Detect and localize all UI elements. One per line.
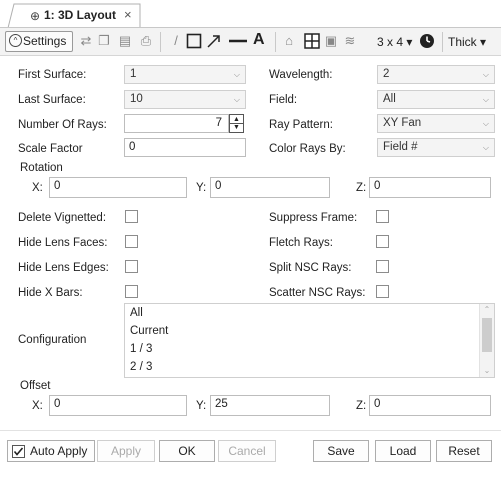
tab-title: 1: 3D Layout — [44, 8, 117, 22]
rotation-z-label: Z: — [356, 182, 367, 194]
grid-layout-icon[interactable] — [304, 33, 320, 49]
rotation-y-input[interactable]: 0 — [210, 177, 330, 198]
split-nsc-rays-label: Split NSC Rays: — [269, 262, 352, 274]
grid-size-dropdown[interactable]: 3 x 4 ▾ — [377, 35, 412, 49]
thickness-dropdown[interactable]: Thick ▾ — [448, 35, 486, 49]
offset-z-label: Z: — [356, 400, 367, 412]
ray-pattern-select[interactable]: XY Fan ⌵ — [377, 114, 495, 133]
scatter-nsc-rays-label: Scatter NSC Rays: — [269, 287, 366, 299]
fletch-rays-label: Fletch Rays: — [269, 237, 333, 249]
text-icon[interactable]: A — [253, 31, 265, 49]
copy-icon[interactable]: ❐ — [96, 33, 112, 49]
hide-lens-faces-checkbox[interactable] — [125, 235, 138, 248]
line-icon[interactable] — [228, 33, 248, 49]
checkmark-icon — [12, 445, 25, 458]
toolbar-separator — [160, 32, 161, 52]
offset-title: Offset — [20, 380, 51, 392]
hide-x-bars-label: Hide X Bars: — [18, 287, 83, 299]
field-select[interactable]: All ⌵ — [377, 90, 495, 109]
wavelength-label: Wavelength: — [269, 69, 333, 81]
offset-y-input[interactable]: 25 — [210, 395, 330, 416]
clock-icon[interactable] — [419, 33, 435, 49]
number-of-rays-input[interactable]: 7 — [124, 114, 229, 133]
arrow-icon[interactable] — [206, 33, 222, 49]
ray-pattern-label: Ray Pattern: — [269, 119, 333, 131]
first-surface-select[interactable]: 1 ⌵ — [124, 65, 246, 84]
lock-icon[interactable]: ⌂ — [281, 33, 297, 49]
save-button[interactable]: Save — [313, 440, 369, 462]
rotation-z-input[interactable]: 0 — [369, 177, 491, 198]
scroll-down-icon[interactable]: ⌄ — [480, 366, 494, 375]
fletch-rays-checkbox[interactable] — [376, 235, 389, 248]
last-surface-select[interactable]: 10 ⌵ — [124, 90, 246, 109]
toolbar-separator — [442, 32, 443, 52]
hide-lens-faces-label: Hide Lens Faces: — [18, 237, 108, 249]
suppress-frame-checkbox[interactable] — [376, 210, 389, 223]
list-item[interactable]: 1 / 3 — [130, 343, 152, 355]
hide-x-bars-checkbox[interactable] — [125, 285, 138, 298]
configuration-list[interactable]: All Current 1 / 3 2 / 3 ⌃ ⌄ — [124, 303, 495, 378]
apply-button[interactable]: Apply — [97, 440, 155, 462]
reset-button[interactable]: Reset — [436, 440, 492, 462]
split-nsc-rays-checkbox[interactable] — [376, 260, 389, 273]
stepper-down-icon[interactable]: ▼ — [230, 124, 243, 132]
color-rays-by-select[interactable]: Field # ⌵ — [377, 138, 495, 157]
rotation-x-input[interactable]: 0 — [49, 177, 187, 198]
chevron-up-icon: ^ — [9, 34, 22, 47]
scale-factor-input[interactable]: 0 — [124, 138, 246, 157]
footer-divider — [0, 430, 501, 431]
save-image-icon[interactable]: ▤ — [117, 33, 133, 49]
last-surface-label: Last Surface: — [18, 94, 86, 106]
rotation-x-label: X: — [32, 182, 43, 194]
list-item[interactable]: 2 / 3 — [130, 361, 152, 373]
delete-vignetted-checkbox[interactable] — [125, 210, 138, 223]
suppress-frame-label: Suppress Frame: — [269, 212, 358, 224]
scroll-up-icon[interactable]: ⌃ — [480, 305, 494, 314]
scatter-nsc-rays-checkbox[interactable] — [376, 285, 389, 298]
close-icon[interactable]: × — [124, 7, 132, 22]
offset-x-label: X: — [32, 400, 43, 412]
delete-vignetted-label: Delete Vignetted: — [18, 212, 107, 224]
pencil-icon[interactable]: / — [168, 33, 184, 49]
number-of-rays-label: Number Of Rays: — [18, 119, 107, 131]
print-icon[interactable]: ⎙ — [138, 33, 154, 49]
rotation-y-label: Y: — [196, 182, 207, 194]
wavelength-select[interactable]: 2 ⌵ — [377, 65, 495, 84]
offset-z-input[interactable]: 0 — [369, 395, 491, 416]
list-item[interactable]: Current — [130, 325, 168, 337]
layout-window-icon: ⊕ — [30, 9, 41, 23]
rotation-title: Rotation — [20, 162, 63, 174]
first-surface-label: First Surface: — [18, 69, 87, 81]
window-icon[interactable]: ▣ — [323, 33, 339, 49]
configuration-label: Configuration — [18, 334, 87, 346]
auto-apply-label: Auto Apply — [30, 444, 88, 458]
layers-icon[interactable]: ≋ — [342, 33, 358, 49]
scroll-thumb[interactable] — [482, 318, 492, 352]
offset-x-input[interactable]: 0 — [49, 395, 187, 416]
hide-lens-edges-label: Hide Lens Edges: — [18, 262, 109, 274]
rectangle-icon[interactable] — [186, 33, 202, 49]
rays-stepper[interactable]: ▲ ▼ — [229, 114, 244, 133]
list-item[interactable]: All — [130, 307, 143, 319]
hide-lens-edges-checkbox[interactable] — [125, 260, 138, 273]
load-button[interactable]: Load — [375, 440, 431, 462]
cancel-button[interactable]: Cancel — [218, 440, 276, 462]
color-rays-by-label: Color Rays By: — [269, 143, 346, 155]
list-scrollbar[interactable]: ⌃ ⌄ — [479, 304, 494, 377]
toolbar-separator — [275, 32, 276, 52]
stepper-up-icon[interactable]: ▲ — [230, 115, 243, 124]
ok-button[interactable]: OK — [159, 440, 215, 462]
offset-y-label: Y: — [196, 400, 207, 412]
scale-factor-label: Scale Factor — [18, 143, 83, 155]
field-label: Field: — [269, 94, 298, 106]
refresh-icon[interactable]: ⇄ — [78, 33, 94, 49]
